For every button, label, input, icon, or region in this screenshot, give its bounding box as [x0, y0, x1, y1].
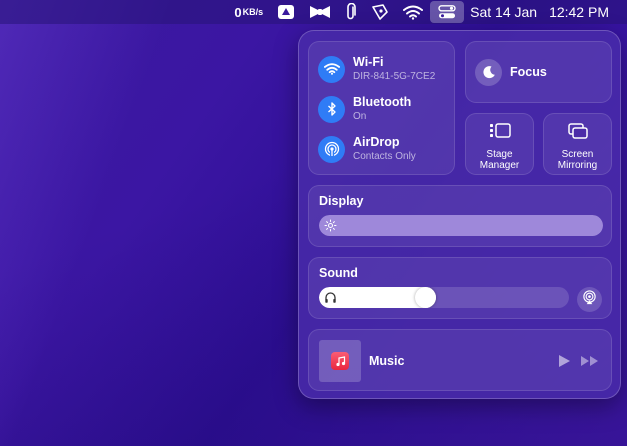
bluetooth-icon[interactable] [318, 95, 345, 123]
fast-forward-button[interactable] [580, 354, 600, 373]
brightness-slider-fill [319, 215, 603, 236]
airdrop-toggle[interactable]: AirDrop Contacts Only [318, 135, 416, 163]
wifi-icon[interactable] [396, 1, 430, 23]
network-speed-monitor[interactable]: 0 KB/s [227, 1, 270, 23]
wifi-toggle[interactable]: Wi-Fi DIR-841-5G-7CE2 [318, 55, 435, 83]
brightness-slider[interactable] [319, 215, 603, 236]
screen-mirroring-icon [566, 122, 590, 145]
menu-bar-date[interactable]: Sat 14 Jan [464, 1, 543, 23]
album-artwork [319, 340, 361, 382]
control-center-panel: Wi-Fi DIR-841-5G-7CE2 Bluetooth On AirDr… [298, 30, 621, 399]
airplay-audio-button[interactable] [577, 287, 602, 312]
bluetooth-title: Bluetooth [353, 95, 412, 109]
network-speed-unit: KB/s [242, 7, 264, 17]
airdrop-icon[interactable] [318, 135, 345, 163]
sound-title: Sound [319, 266, 358, 280]
screenshot-tool-icon[interactable] [364, 1, 396, 23]
wifi-icon[interactable] [318, 55, 345, 83]
bluetooth-status: On [353, 111, 367, 122]
paperclip-icon[interactable] [338, 1, 364, 23]
moon-icon [475, 58, 502, 86]
headphones-icon [324, 291, 337, 304]
sun-icon [324, 219, 337, 232]
bowtie-icon[interactable] [302, 1, 338, 23]
menu-bar-time[interactable]: 12:42 PM [543, 1, 613, 23]
stage-manager-button[interactable]: Stage Manager [465, 113, 534, 175]
airplay-audio-icon [582, 289, 597, 310]
menu-bar: 0 KB/s Sat 14 Jan 12:42 PM [0, 0, 627, 24]
network-speed-value: 0 [234, 4, 242, 20]
sound-module: Sound [308, 257, 612, 319]
stage-manager-icon [488, 122, 512, 145]
wifi-network-name: DIR-841-5G-7CE2 [353, 71, 436, 82]
play-button[interactable] [557, 354, 571, 373]
screen-mirroring-button[interactable]: Screen Mirroring [543, 113, 612, 175]
music-app-icon [331, 352, 349, 370]
airdrop-status: Contacts Only [353, 151, 416, 162]
google-drive-icon[interactable] [270, 1, 302, 23]
now-playing-title: Music [369, 354, 405, 368]
focus-label: Focus [510, 65, 547, 79]
stage-manager-label: Stage Manager [479, 149, 520, 171]
airdrop-title: AirDrop [353, 135, 400, 149]
wifi-title: Wi-Fi [353, 55, 384, 69]
display-module: Display [308, 185, 612, 247]
volume-slider-knob[interactable] [415, 287, 436, 308]
bluetooth-toggle[interactable]: Bluetooth On [318, 95, 411, 123]
screen-mirroring-label: Screen Mirroring [557, 149, 598, 171]
display-title: Display [319, 194, 364, 208]
now-playing-module[interactable]: Music [308, 329, 612, 391]
control-center-icon[interactable] [430, 1, 465, 23]
focus-button[interactable]: Focus [465, 41, 612, 103]
volume-slider[interactable] [319, 287, 569, 308]
connectivity-module: Wi-Fi DIR-841-5G-7CE2 Bluetooth On AirDr… [308, 41, 455, 175]
